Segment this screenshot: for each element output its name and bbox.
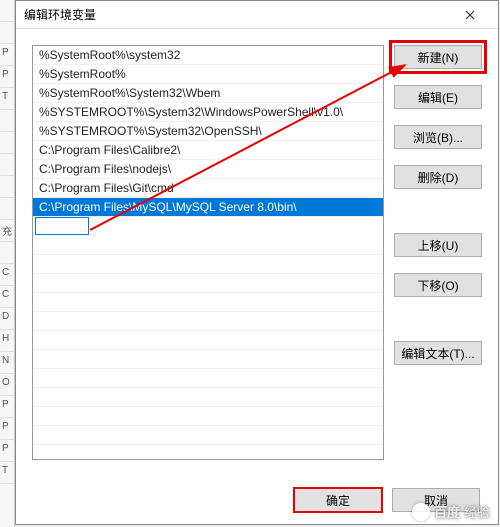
new-entry-input[interactable] <box>35 217 89 235</box>
list-item[interactable]: C:\Program Files\nodejs\ <box>33 160 383 179</box>
list-item[interactable]: %SystemRoot%\System32\Wbem <box>33 84 383 103</box>
baidu-paw-icon <box>412 503 430 521</box>
title-bar: 编辑环境变量 <box>16 1 498 29</box>
edit-text-button[interactable]: 编辑文本(T)... <box>394 341 482 365</box>
list-item-selected[interactable]: C:\Program Files\MySQL\MySQL Server 8.0\… <box>33 198 383 217</box>
watermark: 百度 经验 <box>412 502 490 521</box>
watermark-brand: 百度 <box>434 502 460 521</box>
background-window-strip: PPT充CCDHNOPPPT <box>0 0 15 527</box>
delete-button[interactable]: 删除(D) <box>394 165 482 189</box>
list-item[interactable]: C:\Program Files\Calibre2\ <box>33 141 383 160</box>
window-title: 编辑环境变量 <box>24 6 450 23</box>
list-item[interactable]: %SystemRoot% <box>33 65 383 84</box>
list-item[interactable]: %SYSTEMROOT%\System32\OpenSSH\ <box>33 122 383 141</box>
list-item[interactable]: %SYSTEMROOT%\System32\WindowsPowerShell\… <box>33 103 383 122</box>
list-item[interactable]: %SystemRoot%\system32 <box>33 46 383 65</box>
edit-button[interactable]: 编辑(E) <box>394 85 482 109</box>
button-column: 新建(N) 编辑(E) 浏览(B)... 删除(D) 上移(U) 下移(O) 编… <box>394 45 482 478</box>
path-listbox[interactable]: %SystemRoot%\system32 %SystemRoot% %Syst… <box>32 45 384 460</box>
move-down-button[interactable]: 下移(O) <box>394 273 482 297</box>
ok-button[interactable]: 确定 <box>294 488 382 512</box>
browse-button[interactable]: 浏览(B)... <box>394 125 482 149</box>
new-button[interactable]: 新建(N) <box>394 45 482 69</box>
list-item[interactable]: C:\Program Files\Git\cmd <box>33 179 383 198</box>
move-up-button[interactable]: 上移(U) <box>394 233 482 257</box>
watermark-sub: 经验 <box>464 502 490 521</box>
env-var-dialog: 编辑环境变量 %SystemRoot%\system32 %SystemRoot… <box>15 0 499 525</box>
close-button[interactable] <box>450 2 490 28</box>
